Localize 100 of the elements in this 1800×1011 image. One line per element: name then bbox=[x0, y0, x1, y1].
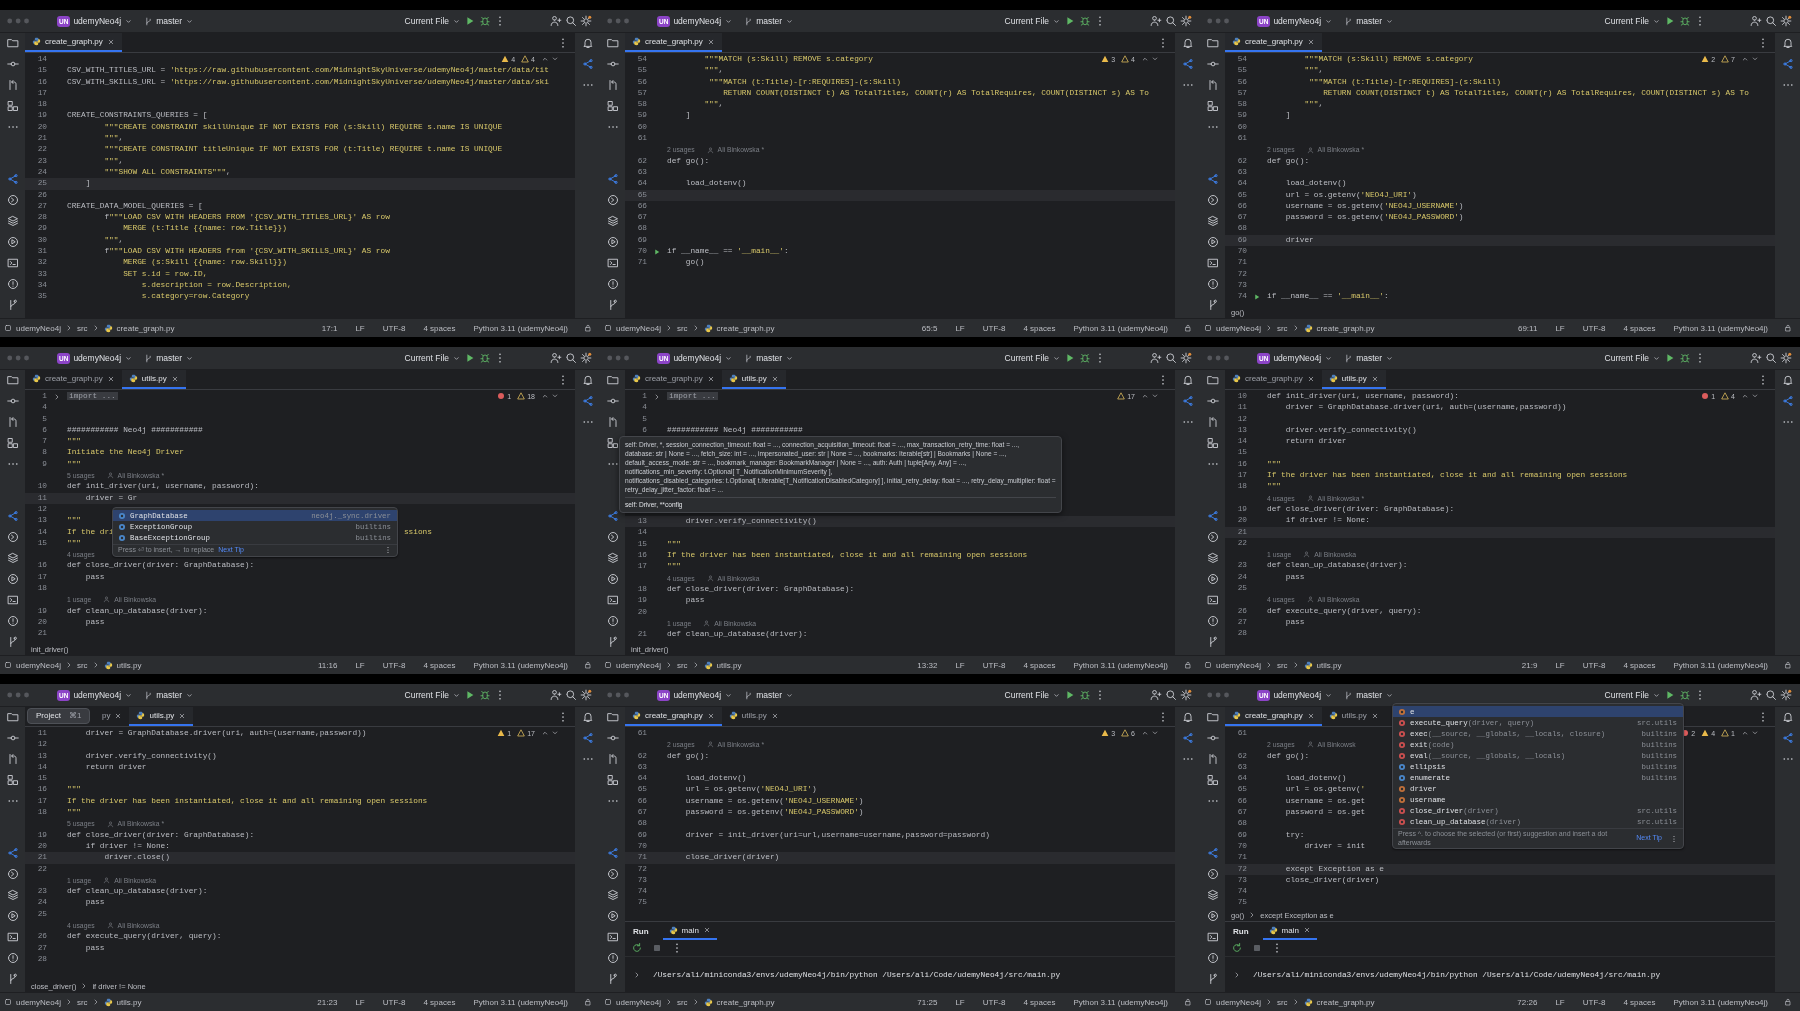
editor-tab[interactable]: py bbox=[99, 707, 130, 726]
warning-icon[interactable] bbox=[497, 729, 506, 737]
interpreter[interactable]: Python 3.11 (udemyNeo4j) bbox=[1673, 997, 1768, 1007]
editor-tab[interactable]: create_graph.py bbox=[25, 33, 122, 52]
lock-icon[interactable] bbox=[1784, 998, 1792, 1006]
run-configuration[interactable]: Current File bbox=[1004, 690, 1049, 700]
line-separator[interactable]: LF bbox=[1555, 997, 1565, 1007]
close-icon[interactable] bbox=[178, 711, 187, 720]
path-item[interactable]: udemyNeo4j bbox=[616, 660, 661, 670]
interpreter[interactable]: Python 3.11 (udemyNeo4j) bbox=[1073, 323, 1168, 333]
pull-request-icon[interactable] bbox=[6, 416, 19, 428]
weak-warning-icon[interactable] bbox=[1721, 729, 1730, 737]
terminal-icon[interactable] bbox=[1206, 931, 1219, 943]
line-separator[interactable]: LF bbox=[955, 323, 965, 333]
project-name[interactable]: udemyNeo4j bbox=[1273, 16, 1322, 26]
indent-setting[interactable]: 4 spaces bbox=[1023, 660, 1056, 670]
path-item[interactable]: udemyNeo4j bbox=[1216, 323, 1261, 333]
console-icon[interactable] bbox=[606, 531, 619, 543]
layers-icon[interactable] bbox=[1206, 889, 1219, 901]
path-item[interactable]: src bbox=[1276, 660, 1288, 670]
rerun-icon[interactable] bbox=[1231, 942, 1243, 954]
line-separator[interactable]: LF bbox=[355, 660, 365, 670]
chevron-down-icon[interactable] bbox=[1751, 392, 1759, 400]
bug-icon[interactable] bbox=[479, 15, 491, 27]
weak-warning-icon[interactable] bbox=[521, 55, 530, 63]
bell-icon[interactable] bbox=[581, 374, 594, 386]
editor-tab[interactable]: create_graph.py bbox=[25, 370, 122, 389]
pull-request-icon[interactable] bbox=[6, 79, 19, 91]
caret-position[interactable]: 21:9 bbox=[1521, 660, 1538, 670]
console-icon[interactable] bbox=[6, 531, 19, 543]
path-item[interactable]: src bbox=[676, 323, 688, 333]
path-item[interactable]: udemyNeo4j bbox=[616, 997, 661, 1007]
nodes-icon[interactable] bbox=[6, 510, 19, 522]
warning-icon[interactable] bbox=[501, 55, 510, 63]
editor-tab[interactable]: create_graph.py bbox=[1225, 33, 1322, 52]
interpreter[interactable]: Python 3.11 (udemyNeo4j) bbox=[1673, 323, 1768, 333]
indent-setting[interactable]: 4 spaces bbox=[1623, 323, 1656, 333]
folder-icon[interactable] bbox=[6, 37, 19, 49]
line-separator[interactable]: LF bbox=[955, 660, 965, 670]
line-separator[interactable]: LF bbox=[355, 323, 365, 333]
interpreter[interactable]: Python 3.11 (udemyNeo4j) bbox=[473, 323, 568, 333]
layers-icon[interactable] bbox=[606, 215, 619, 227]
nodes-icon[interactable] bbox=[1781, 58, 1794, 70]
editor-tab[interactable]: create_graph.py bbox=[625, 370, 722, 389]
run-icon[interactable] bbox=[1064, 689, 1076, 701]
more-icon[interactable] bbox=[1670, 834, 1678, 843]
pull-request-icon[interactable] bbox=[6, 753, 19, 765]
close-icon[interactable] bbox=[1306, 374, 1315, 383]
run-configuration[interactable]: Current File bbox=[404, 16, 449, 26]
bell-icon[interactable] bbox=[1781, 711, 1794, 723]
project-name[interactable]: udemyNeo4j bbox=[673, 690, 722, 700]
lock-icon[interactable] bbox=[1184, 998, 1192, 1006]
pull-request-icon[interactable] bbox=[1206, 753, 1219, 765]
path-item[interactable]: udemyNeo4j bbox=[616, 323, 661, 333]
bug-icon[interactable] bbox=[1679, 15, 1691, 27]
structure-icon[interactable] bbox=[1206, 100, 1219, 112]
problems-icon[interactable] bbox=[1206, 615, 1219, 627]
path-item[interactable]: udemyNeo4j bbox=[16, 660, 61, 670]
error-icon[interactable] bbox=[497, 392, 506, 400]
path-item[interactable]: create_graph.py bbox=[1316, 997, 1375, 1007]
settings-icon[interactable] bbox=[580, 352, 592, 364]
nodes-icon[interactable] bbox=[1781, 395, 1794, 407]
close-icon[interactable] bbox=[114, 711, 123, 720]
weak-warning-icon[interactable] bbox=[1121, 55, 1130, 63]
chevron-up-icon[interactable] bbox=[1141, 392, 1149, 400]
add-user-icon[interactable] bbox=[1750, 689, 1762, 701]
chevron-up-icon[interactable] bbox=[1741, 729, 1749, 737]
folder-icon[interactable] bbox=[606, 374, 619, 386]
nodes-icon[interactable] bbox=[581, 58, 594, 70]
pull-request-icon[interactable] bbox=[1206, 79, 1219, 91]
chevron-up-icon[interactable] bbox=[1741, 392, 1749, 400]
search-icon[interactable] bbox=[1165, 352, 1177, 364]
weak-warning-icon[interactable] bbox=[1117, 392, 1126, 400]
run-tab[interactable]: main bbox=[662, 922, 717, 940]
bell-icon[interactable] bbox=[1181, 374, 1194, 386]
structure-icon[interactable] bbox=[1206, 774, 1219, 786]
search-icon[interactable] bbox=[1165, 15, 1177, 27]
project-name[interactable]: udemyNeo4j bbox=[73, 16, 122, 26]
editor-tab[interactable]: utils.py bbox=[121, 370, 186, 389]
bug-icon[interactable] bbox=[1679, 689, 1691, 701]
caret-position[interactable]: 71:25 bbox=[917, 997, 938, 1007]
caret-position[interactable]: 21:23 bbox=[317, 997, 338, 1007]
terminal-icon[interactable] bbox=[1206, 594, 1219, 606]
nodes-icon[interactable] bbox=[1206, 510, 1219, 522]
folder-icon[interactable] bbox=[6, 374, 19, 386]
caret-position[interactable]: 65:5 bbox=[921, 323, 938, 333]
weak-warning-icon[interactable] bbox=[517, 392, 526, 400]
folder-icon[interactable] bbox=[606, 711, 619, 723]
line-separator[interactable]: LF bbox=[1555, 660, 1565, 670]
structure-icon[interactable] bbox=[606, 437, 619, 449]
path-item[interactable]: utils.py bbox=[116, 660, 142, 670]
interpreter[interactable]: Python 3.11 (udemyNeo4j) bbox=[1073, 997, 1168, 1007]
branch-name[interactable]: master bbox=[756, 16, 783, 26]
path-item[interactable]: udemyNeo4j bbox=[1216, 997, 1261, 1007]
run-configuration[interactable]: Current File bbox=[1004, 353, 1049, 363]
run-icon[interactable] bbox=[464, 689, 476, 701]
branch-name[interactable]: master bbox=[756, 690, 783, 700]
close-icon[interactable] bbox=[706, 374, 715, 383]
layers-icon[interactable] bbox=[606, 889, 619, 901]
lock-icon[interactable] bbox=[1184, 661, 1192, 669]
